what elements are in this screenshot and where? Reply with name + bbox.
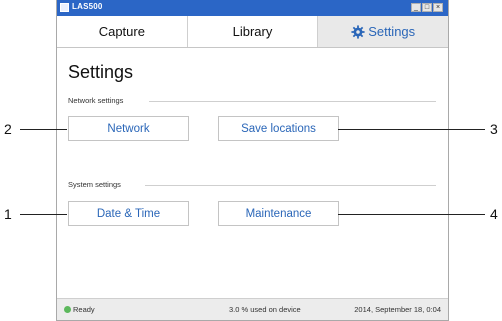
tab-settings[interactable]: Settings [318,16,449,47]
system-settings-label: System settings [68,180,121,189]
callout-number-2: 2 [4,121,12,137]
section-divider [149,101,436,102]
app-icon [60,3,69,12]
callout-line-1 [20,214,67,215]
network-settings-label: Network settings [68,96,124,105]
status-ready-label: Ready [73,305,95,314]
maintenance-button[interactable]: Maintenance [218,201,339,226]
save-locations-button[interactable]: Save locations [218,116,339,141]
app-window: LAS500 _ □ × Capture Library Settings Se… [56,0,449,321]
section-divider [145,185,436,186]
callout-line-2 [20,129,67,130]
tab-settings-label: Settings [368,24,416,39]
status-datetime: 2014, September 18, 0:04 [354,305,441,314]
tab-capture-label: Capture [98,24,145,39]
date-time-button[interactable]: Date & Time [68,201,189,226]
status-ready-icon [64,306,71,313]
status-usage: 3.0 % used on device [229,305,301,314]
window-title: LAS500 [72,2,103,11]
callout-number-3: 3 [490,121,498,137]
minimize-icon[interactable]: _ [411,3,421,12]
gear-icon [351,24,365,39]
tab-library[interactable]: Library [188,16,319,47]
title-bar: LAS500 _ □ × [57,0,448,17]
tab-bar: Capture Library Settings [57,16,449,48]
tab-capture[interactable]: Capture [57,16,188,47]
network-button[interactable]: Network [68,116,189,141]
maximize-icon[interactable]: □ [422,3,432,12]
status-bar: Ready 3.0 % used on device 2014, Septemb… [57,298,448,320]
callout-number-4: 4 [490,206,498,222]
callout-number-1: 1 [4,206,12,222]
callout-line-4 [338,214,485,215]
status-ready: Ready [64,305,95,314]
close-icon[interactable]: × [433,3,443,12]
window-controls: _ □ × [411,3,443,12]
tab-library-label: Library [232,24,273,39]
callout-line-3 [338,129,485,130]
page-title: Settings [68,62,134,82]
